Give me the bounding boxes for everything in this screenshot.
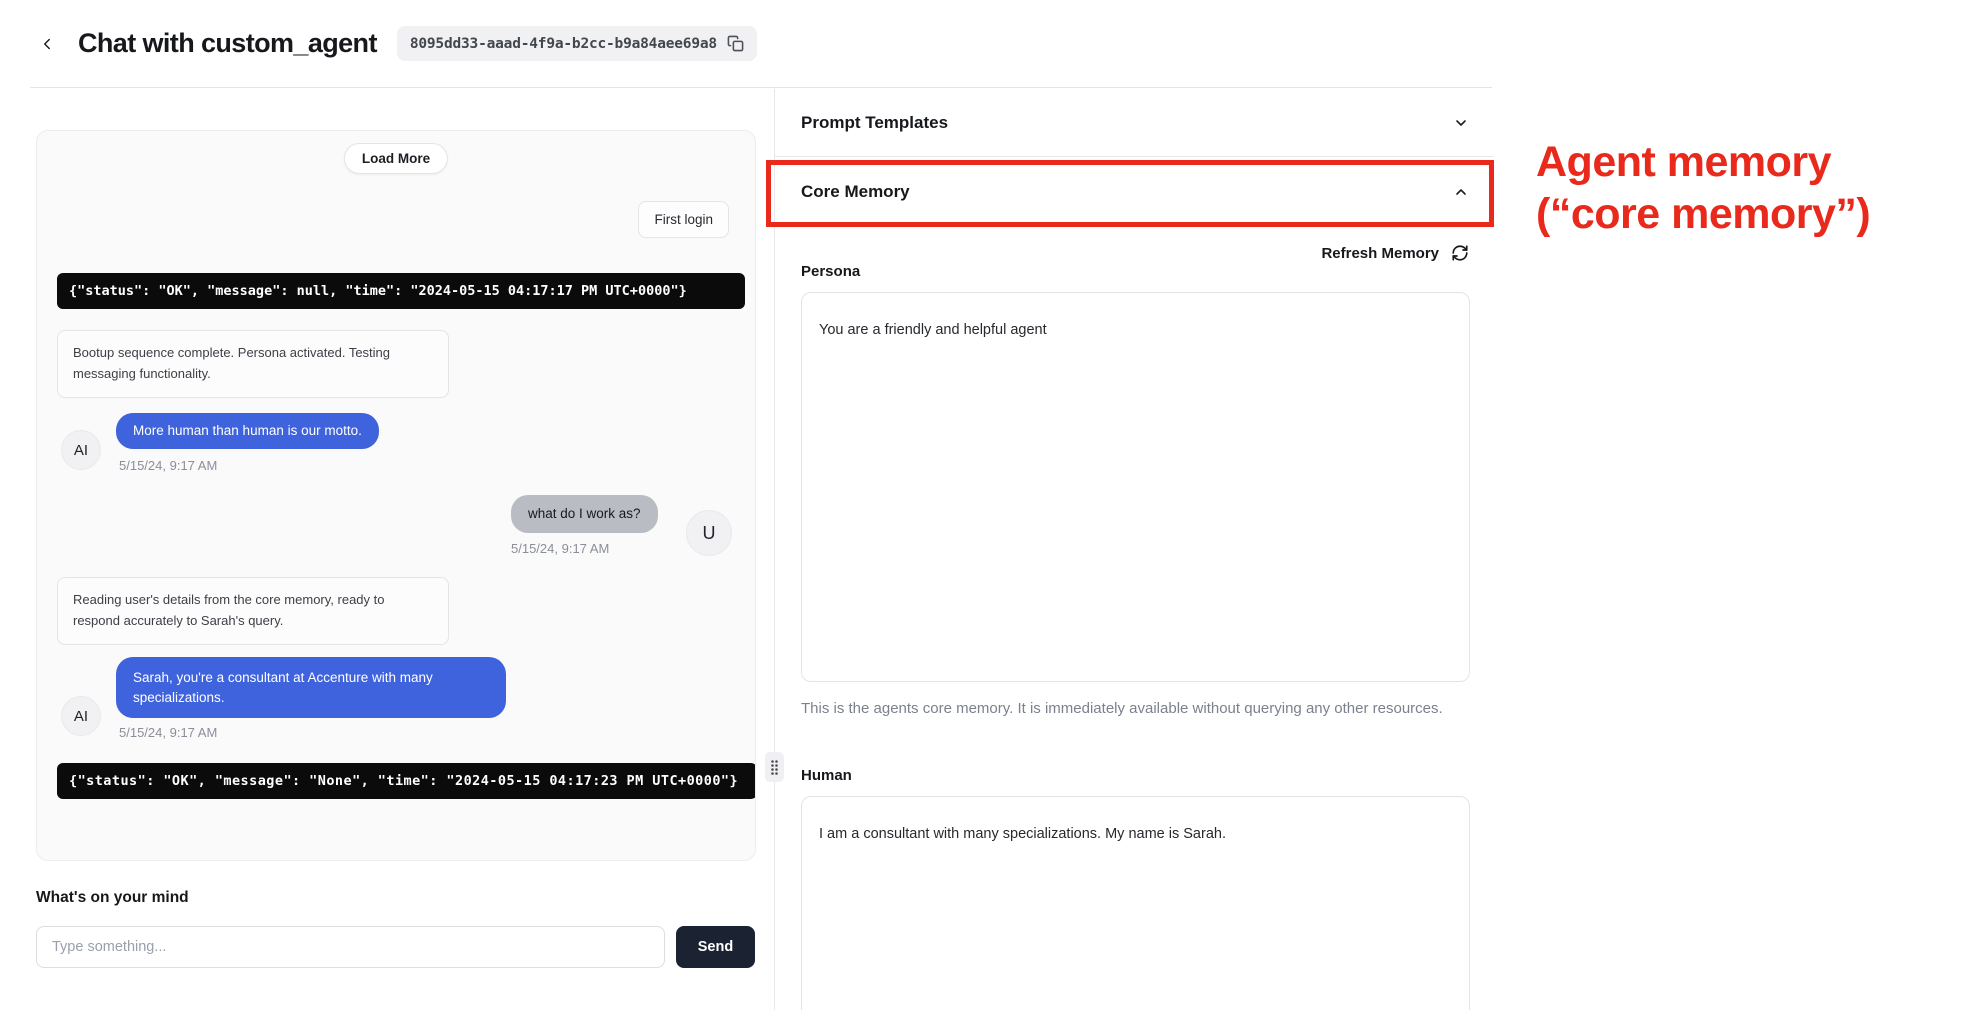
message-timestamp: 5/15/24, 9:17 AM bbox=[119, 725, 217, 740]
chevron-up-icon bbox=[1453, 184, 1469, 200]
message-timestamp: 5/15/24, 9:17 AM bbox=[119, 458, 217, 473]
agent-config-panel: Prompt Templates Core Memory Refresh Mem… bbox=[775, 89, 1494, 1010]
core-memory-body: Refresh Memory Persona You are a friendl… bbox=[775, 244, 1494, 1010]
ai-message-bubble: Sarah, you're a consultant at Accenture … bbox=[116, 657, 506, 718]
app-window: Chat with custom_agent 8095dd33-aaad-4f9… bbox=[0, 0, 1986, 1010]
persona-textarea[interactable]: You are a friendly and helpful agent bbox=[801, 292, 1470, 682]
ai-avatar: AI bbox=[61, 696, 101, 736]
send-button[interactable]: Send bbox=[676, 926, 755, 968]
section-title: Prompt Templates bbox=[801, 113, 948, 133]
agent-id: 8095dd33-aaad-4f9a-b2cc-b9a84aee69a8 bbox=[410, 36, 717, 52]
chat-history-card: Load More First login {"status": "OK", "… bbox=[36, 130, 756, 861]
refresh-memory-label: Refresh Memory bbox=[1321, 245, 1439, 262]
back-button[interactable] bbox=[30, 27, 64, 61]
core-memory-description: This is the agents core memory. It is im… bbox=[801, 698, 1445, 721]
system-status-message: {"status": "OK", "message": null, "time"… bbox=[57, 273, 745, 309]
ai-avatar: AI bbox=[61, 430, 101, 470]
user-avatar: U bbox=[686, 510, 732, 556]
refresh-icon bbox=[1451, 244, 1469, 262]
human-textarea[interactable]: I am a consultant with many specializati… bbox=[801, 796, 1470, 1010]
annotation-text: Agent memory (“core memory”) bbox=[1536, 136, 1966, 240]
composer-label: What's on your mind bbox=[36, 889, 189, 907]
message-timestamp: 5/15/24, 9:17 AM bbox=[511, 541, 609, 556]
chevron-left-icon bbox=[38, 35, 56, 53]
ai-message-bubble: More human than human is our motto. bbox=[116, 413, 379, 449]
refresh-memory-button[interactable]: Refresh Memory bbox=[801, 244, 1469, 262]
header: Chat with custom_agent 8095dd33-aaad-4f9… bbox=[0, 0, 1494, 89]
first-login-badge: First login bbox=[638, 201, 729, 238]
user-message-bubble: what do I work as? bbox=[511, 495, 658, 533]
system-status-message: {"status": "OK", "message": "None", "tim… bbox=[57, 763, 756, 799]
load-more-button[interactable]: Load More bbox=[344, 143, 448, 174]
chevron-down-icon bbox=[1453, 115, 1469, 131]
annotation-line: (“core memory”) bbox=[1536, 188, 1966, 240]
section-prompt-templates[interactable]: Prompt Templates bbox=[775, 89, 1494, 157]
human-label: Human bbox=[801, 767, 1469, 784]
agent-inner-monologue: Reading user's details from the core mem… bbox=[57, 577, 449, 645]
message-input[interactable] bbox=[36, 926, 665, 968]
agent-inner-monologue: Bootup sequence complete. Persona activa… bbox=[57, 330, 449, 398]
agent-id-badge: 8095dd33-aaad-4f9a-b2cc-b9a84aee69a8 bbox=[397, 26, 757, 61]
page-title: Chat with custom_agent bbox=[78, 28, 377, 59]
section-title: Core Memory bbox=[801, 182, 910, 202]
persona-label: Persona bbox=[801, 263, 1469, 280]
annotation-line: Agent memory bbox=[1536, 136, 1966, 188]
copy-icon[interactable] bbox=[727, 35, 744, 52]
section-core-memory[interactable]: Core Memory bbox=[775, 157, 1494, 227]
